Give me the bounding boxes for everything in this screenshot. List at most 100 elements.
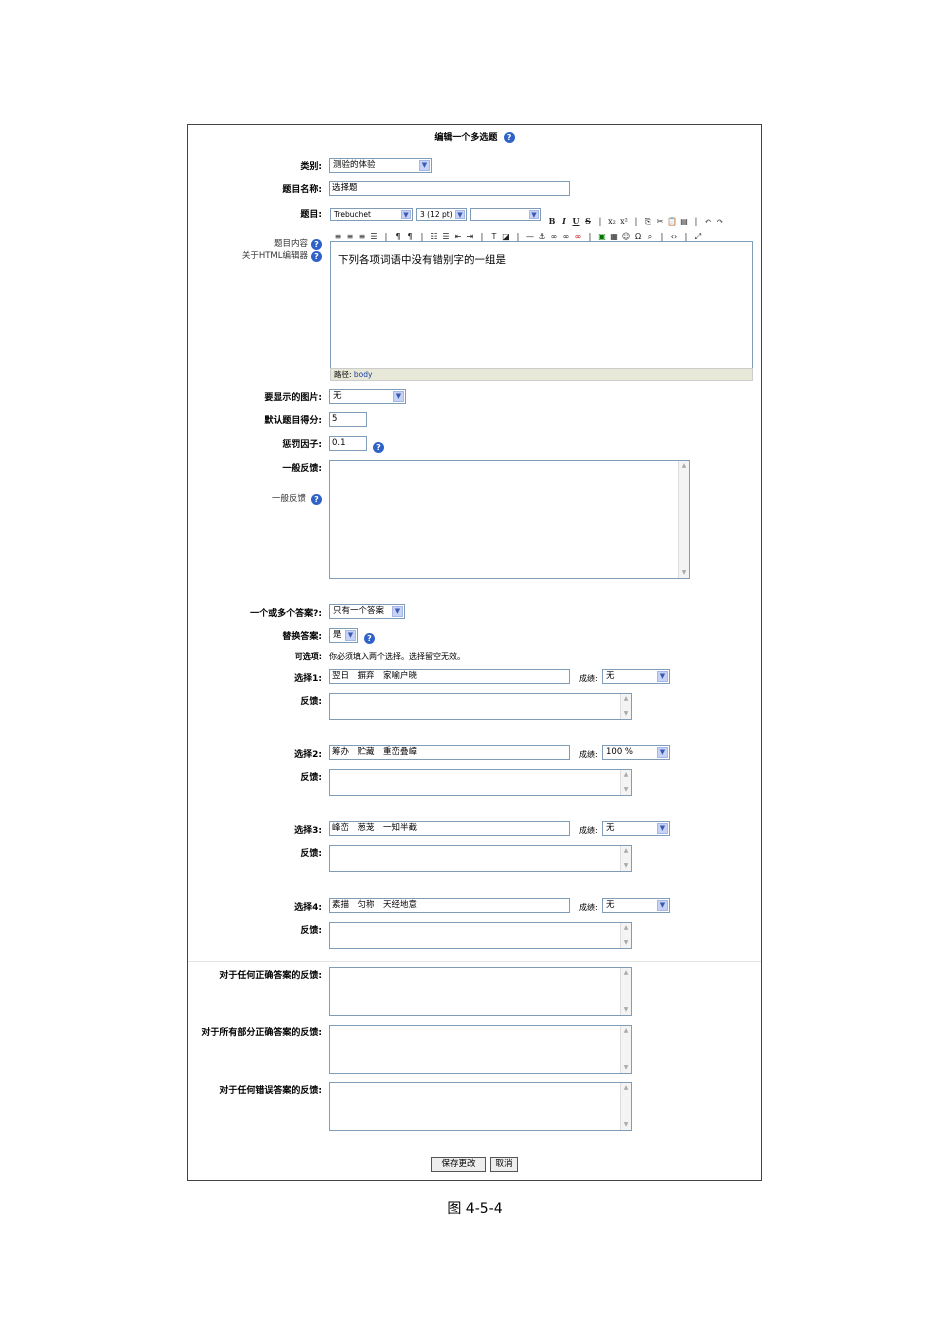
grade-value: 无 xyxy=(606,900,615,910)
choice-answer-input[interactable]: 筹办 贮藏 重峦叠嶂 xyxy=(329,745,570,760)
question-edit-form: 编辑一个多选题 ? 类别: 测验的体验 ▼ 题目名称: 选择题 题目: 题目内容… xyxy=(187,124,762,1181)
scroll-up-icon[interactable]: ▲ xyxy=(621,968,631,978)
choice-label: 选择3: xyxy=(294,826,322,836)
choice-feedback-label: 反馈: xyxy=(300,849,322,859)
image-value: 无 xyxy=(333,391,342,401)
category-select[interactable]: 测验的体验 ▼ xyxy=(329,158,432,173)
section-divider xyxy=(188,961,761,962)
chevron-down-icon: ▼ xyxy=(392,606,403,617)
partial-feedback-label: 对于所有部分正确答案的反馈: xyxy=(201,1028,322,1038)
grade-select[interactable]: 无 ▼ xyxy=(602,898,670,913)
question-name-input[interactable]: 选择题 xyxy=(329,181,570,196)
chevron-down-icon: ▼ xyxy=(419,160,430,171)
scroll-up-icon[interactable]: ▲ xyxy=(621,1083,631,1093)
redo-icon[interactable]: ↷ xyxy=(714,216,726,228)
help-icon[interactable]: ? xyxy=(503,132,515,143)
single-answer-label: 一个或多个答案?: xyxy=(250,609,322,619)
scrollbar[interactable]: ▲ ▼ xyxy=(678,461,689,578)
scroll-down-icon[interactable]: ▼ xyxy=(621,1120,631,1130)
correct-feedback-label: 对于任何正确答案的反馈: xyxy=(219,971,322,981)
scroll-up-icon[interactable]: ▲ xyxy=(679,461,689,471)
help-icon[interactable]: ? xyxy=(311,239,322,250)
chevron-down-icon: ▼ xyxy=(657,747,668,758)
choice-label: 选择4: xyxy=(294,903,322,913)
incorrect-feedback-textarea[interactable]: ▲ ▼ xyxy=(329,1082,632,1131)
grade-value: 无 xyxy=(606,823,615,833)
grade-label: 成绩: xyxy=(579,750,598,759)
help-icon[interactable]: ? xyxy=(311,251,322,262)
style-select[interactable]: ▼ xyxy=(470,208,541,221)
scroll-down-icon[interactable]: ▼ xyxy=(621,938,631,948)
scroll-down-icon[interactable]: ▼ xyxy=(621,785,631,795)
general-feedback-label: 一般反馈: xyxy=(282,464,322,474)
shuffle-label: 替换答案: xyxy=(282,632,322,642)
scrollbar[interactable]: ▲ ▼ xyxy=(620,770,631,795)
chevron-down-icon: ▼ xyxy=(401,210,411,219)
grade-label: 成绩: xyxy=(579,903,598,912)
size-value: 3 (12 pt) xyxy=(420,210,453,219)
single-answer-value: 只有一个答案 xyxy=(333,606,385,616)
choice-answer-input[interactable]: 峰峦 葱茏 一知半截 xyxy=(329,821,570,836)
cancel-button[interactable]: 取消 xyxy=(490,1157,518,1172)
partial-feedback-textarea[interactable]: ▲ ▼ xyxy=(329,1025,632,1074)
help-icon[interactable]: ? xyxy=(373,442,384,453)
scroll-up-icon[interactable]: ▲ xyxy=(621,1026,631,1036)
scroll-down-icon[interactable]: ▼ xyxy=(621,1063,631,1073)
choice-feedback-textarea[interactable]: ▲ ▼ xyxy=(329,769,632,796)
help-icon[interactable]: ? xyxy=(311,494,322,505)
scrollbar[interactable]: ▲ ▼ xyxy=(620,1026,631,1073)
correct-feedback-textarea[interactable]: ▲ ▼ xyxy=(329,967,632,1016)
editor-status-bar: 路径: body xyxy=(330,368,753,381)
scroll-down-icon[interactable]: ▼ xyxy=(679,568,689,578)
font-select[interactable]: Trebuchet ▼ xyxy=(330,208,413,221)
scroll-up-icon[interactable]: ▲ xyxy=(621,694,631,704)
shuffle-value: 是 xyxy=(333,630,342,640)
scroll-up-icon[interactable]: ▲ xyxy=(621,770,631,780)
choices-note-text: 你必须填入两个选择。选择留空无效。 xyxy=(329,652,465,661)
grade-select[interactable]: 100 % ▼ xyxy=(602,745,670,760)
save-button[interactable]: 保存更改 xyxy=(431,1157,486,1172)
choice-label: 选择1: xyxy=(294,674,322,684)
scrollbar[interactable]: ▲ ▼ xyxy=(620,846,631,871)
penalty-label: 惩罚因子: xyxy=(282,440,322,450)
scroll-down-icon[interactable]: ▼ xyxy=(621,709,631,719)
choice-feedback-textarea[interactable]: ▲ ▼ xyxy=(329,922,632,949)
scrollbar[interactable]: ▲ ▼ xyxy=(620,694,631,719)
path-value[interactable]: body xyxy=(354,370,373,379)
choice-feedback-label: 反馈: xyxy=(300,697,322,707)
scroll-up-icon[interactable]: ▲ xyxy=(621,846,631,856)
choice-answer-input[interactable]: 素描 匀称 天经地意 xyxy=(329,898,570,913)
default-grade-input[interactable]: 5 xyxy=(329,412,367,427)
scroll-up-icon[interactable]: ▲ xyxy=(621,923,631,933)
chevron-down-icon: ▼ xyxy=(345,630,356,641)
help-icon[interactable]: ? xyxy=(364,633,375,644)
grade-label: 成绩: xyxy=(579,826,598,835)
scrollbar[interactable]: ▲ ▼ xyxy=(620,1083,631,1130)
font-value: Trebuchet xyxy=(334,210,371,219)
grade-value: 无 xyxy=(606,671,615,681)
image-select[interactable]: 无 ▼ xyxy=(329,389,406,404)
choice-feedback-textarea[interactable]: ▲ ▼ xyxy=(329,845,632,872)
question-text-editor[interactable]: 下列各项词语中没有错别字的一组是 xyxy=(330,241,753,369)
scroll-down-icon[interactable]: ▼ xyxy=(621,861,631,871)
grade-select[interactable]: 无 ▼ xyxy=(602,821,670,836)
choice-answer-input[interactable]: 翌日 摒弃 家喻户晓 xyxy=(329,669,570,684)
shuffle-select[interactable]: 是 ▼ xyxy=(329,628,358,643)
chevron-down-icon: ▼ xyxy=(657,671,668,682)
penalty-input[interactable]: 0.1 xyxy=(329,436,367,451)
chevron-down-icon: ▼ xyxy=(657,900,668,911)
size-select[interactable]: 3 (12 pt) ▼ xyxy=(416,208,467,221)
choice-feedback-textarea[interactable]: ▲ ▼ xyxy=(329,693,632,720)
scrollbar[interactable]: ▲ ▼ xyxy=(620,923,631,948)
chevron-down-icon: ▼ xyxy=(393,391,404,402)
grade-value: 100 % xyxy=(606,747,634,757)
general-feedback-textarea[interactable]: ▲ ▼ xyxy=(329,460,690,579)
grade-label: 成绩: xyxy=(579,674,598,683)
incorrect-feedback-label: 对于任何错误答案的反馈: xyxy=(219,1086,322,1096)
scrollbar[interactable]: ▲ ▼ xyxy=(620,968,631,1015)
single-answer-select[interactable]: 只有一个答案 ▼ xyxy=(329,604,405,619)
general-feedback-help-label: 一般反馈 xyxy=(271,494,306,504)
category-value: 测验的体验 xyxy=(333,160,376,170)
grade-select[interactable]: 无 ▼ xyxy=(602,669,670,684)
scroll-down-icon[interactable]: ▼ xyxy=(621,1005,631,1015)
